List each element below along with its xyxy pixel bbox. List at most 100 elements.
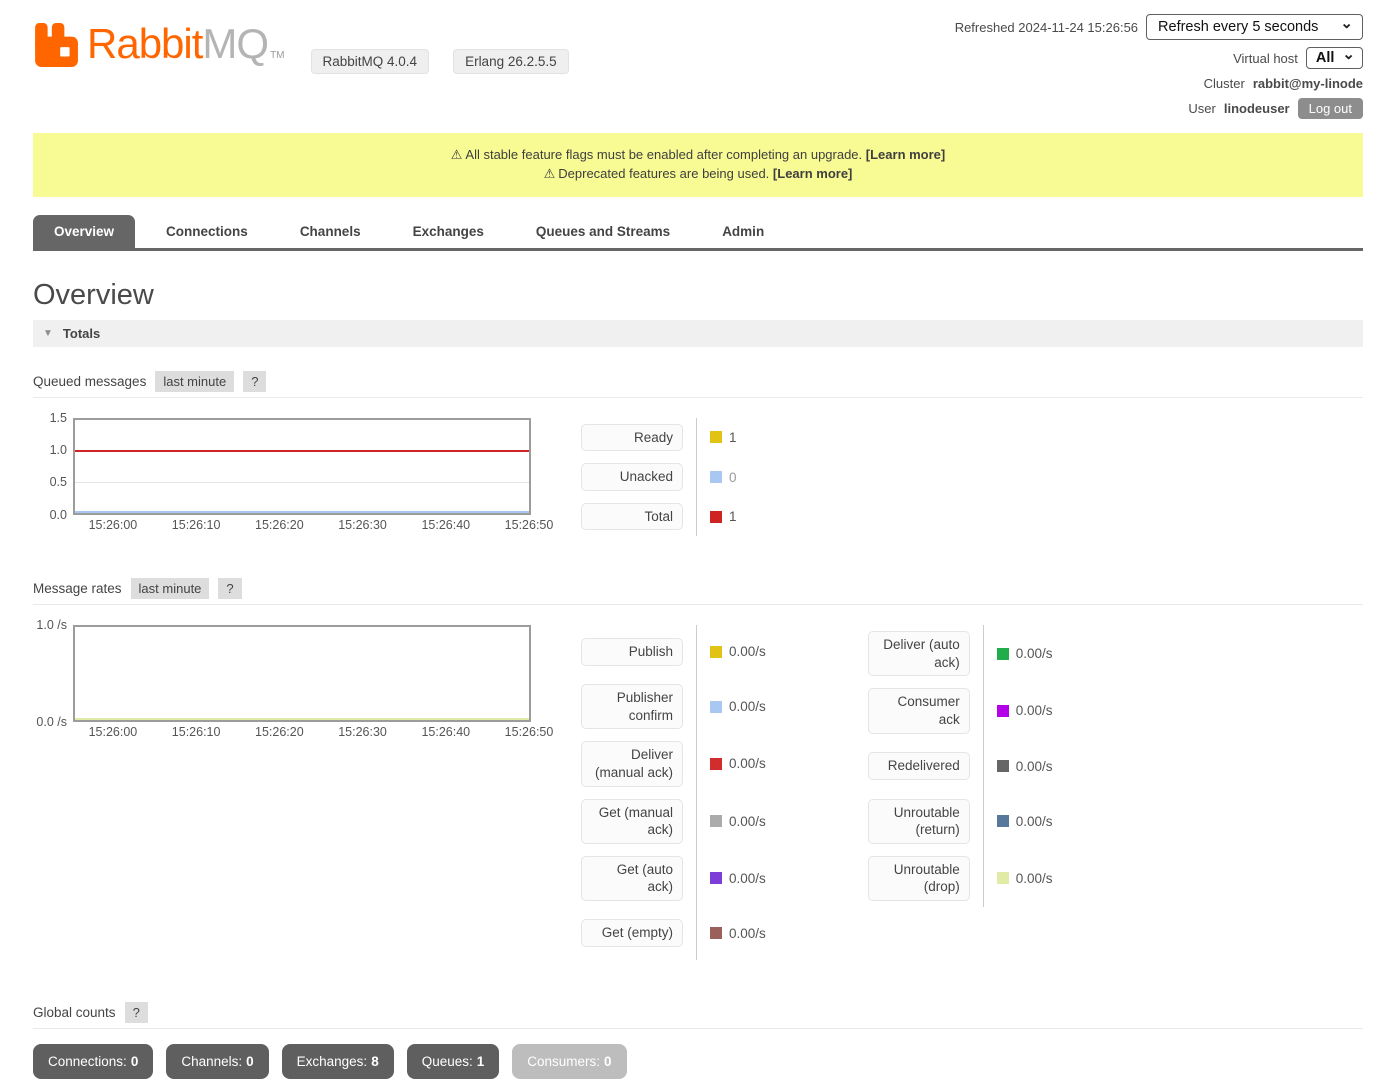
learn-more-link-deprecated[interactable]: [Learn more]	[773, 166, 852, 181]
message-rates-chart: 1.0 /s0.0 /s 15:26:0015:26:1015:26:2015:…	[33, 625, 531, 722]
chevron-down-icon: ⌄	[1340, 19, 1353, 29]
legend-value-text: 1	[729, 430, 737, 445]
count-button-exchanges[interactable]: Exchanges:8	[282, 1044, 394, 1079]
header: RabbitMQTM RabbitMQ 4.0.4 Erlang 26.2.5.…	[33, 14, 1363, 119]
message-rates-header: Message rates last minute ?	[33, 578, 1363, 605]
legend-swatch-unroutable-drop	[997, 872, 1009, 884]
x-tick-label: 15:26:30	[338, 518, 387, 532]
legend-swatch-get-empty	[710, 927, 722, 939]
tab-overview[interactable]: Overview	[33, 215, 135, 248]
logout-button[interactable]: Log out	[1298, 98, 1363, 119]
tab-exchanges[interactable]: Exchanges	[392, 215, 505, 248]
legend-row-unroutable-drop: Unroutable (drop) 0.00/s	[868, 850, 1053, 907]
queued-messages-title: Queued messages	[33, 374, 146, 389]
legend-divider	[983, 850, 984, 907]
legend-value-text: 0.00/s	[729, 814, 766, 829]
refresh-interval-select[interactable]: Refresh every 5 seconds ⌄	[1146, 14, 1363, 40]
logo-area: RabbitMQTM RabbitMQ 4.0.4 Erlang 26.2.5.…	[33, 14, 569, 78]
tab-connections[interactable]: Connections	[145, 215, 269, 248]
count-button-connections[interactable]: Connections: 0	[33, 1044, 153, 1079]
legend-label-deliver-auto-ack[interactable]: Deliver (auto ack)	[868, 631, 970, 676]
legend-row-unacked: Unacked0	[581, 457, 737, 497]
count-value: 1	[477, 1054, 485, 1069]
legend-label-unroutable-return[interactable]: Unroutable (return)	[868, 799, 970, 844]
legend-value-get-empty: 0.00/s	[710, 926, 766, 941]
legend-label-consumer-ack[interactable]: Consumer ack	[868, 688, 970, 733]
legend-label-ready[interactable]: Ready	[581, 424, 683, 452]
legend-value-publisher-confirm: 0.00/s	[710, 699, 766, 714]
y-tick-label: 0.0	[50, 508, 67, 522]
rates-range-badge[interactable]: last minute	[131, 578, 210, 599]
global-counts-header: Global counts ?	[33, 1002, 1363, 1029]
legend-value-text: 0.00/s	[1016, 759, 1053, 774]
legend-divider	[696, 907, 697, 960]
legend-value-deliver-manual-ack: 0.00/s	[710, 756, 766, 771]
legend-row-total: Total 1	[581, 497, 737, 537]
legend-value-total: 1	[710, 509, 737, 524]
tab-admin[interactable]: Admin	[701, 215, 785, 248]
user-name: linodeuser	[1224, 101, 1290, 116]
collapse-triangle-icon: ▼	[43, 328, 53, 339]
series-line-total	[75, 450, 529, 452]
series-line-unacked	[75, 511, 529, 513]
legend-label-get-manual-ack[interactable]: Get (manual ack)	[581, 799, 683, 844]
virtual-host-select[interactable]: All ⌄	[1306, 47, 1363, 69]
legend-divider	[983, 793, 984, 850]
count-button-queues[interactable]: Queues:1	[407, 1044, 500, 1079]
totals-section-toggle[interactable]: ▼ Totals	[33, 320, 1363, 347]
count-value: 0	[604, 1054, 612, 1069]
cluster-label: Cluster	[1204, 76, 1245, 91]
legend-label-redelivered[interactable]: Redelivered	[868, 752, 970, 780]
legend-value-text: 0.00/s	[1016, 646, 1053, 661]
legend-row-publish: Publish 0.00/s	[581, 625, 766, 678]
rabbitmq-overview-page: RabbitMQTM RabbitMQ 4.0.4 Erlang 26.2.5.…	[0, 0, 1388, 1079]
global-counts-help-icon[interactable]: ?	[125, 1002, 148, 1023]
rates-help-icon[interactable]: ?	[218, 578, 241, 599]
count-value: 8	[371, 1054, 379, 1069]
global-counts-row: Connections:0Channels:0Exchanges:8Queues…	[33, 1044, 1363, 1079]
message-rates-title: Message rates	[33, 581, 122, 596]
legend-label-publish[interactable]: Publish	[581, 638, 683, 666]
legend-value-text: 0.00/s	[729, 644, 766, 659]
count-button-consumers[interactable]: Consumers:0	[512, 1044, 626, 1079]
legend-label-unacked[interactable]: Unacked	[581, 463, 683, 491]
legend-divider	[983, 682, 984, 739]
legend-label-total[interactable]: Total	[581, 503, 683, 531]
legend-label-publisher-confirm[interactable]: Publisher confirm	[581, 684, 683, 729]
virtual-host-value: All	[1316, 50, 1335, 66]
tab-channels[interactable]: Channels	[279, 215, 382, 248]
legend-label-get-empty[interactable]: Get (empty)	[581, 919, 683, 947]
x-tick-label: 15:26:10	[172, 725, 221, 739]
legend-label-get-auto-ack[interactable]: Get (auto ack)	[581, 856, 683, 901]
legend-swatch-ready	[710, 431, 722, 443]
queued-help-icon[interactable]: ?	[243, 371, 266, 392]
legend-swatch-get-manual-ack	[710, 815, 722, 827]
queued-chart-plot-area: 15:26:0015:26:1015:26:2015:26:3015:26:40…	[73, 418, 531, 515]
legend-swatch-deliver-auto-ack	[997, 648, 1009, 660]
count-value: 0	[246, 1054, 254, 1069]
learn-more-link-feature-flags[interactable]: [Learn more]	[866, 147, 945, 162]
legend-value-unroutable-return: 0.00/s	[997, 814, 1053, 829]
warning-icon: ⚠	[544, 166, 556, 181]
count-label: Connections:	[48, 1054, 127, 1069]
refreshed-timestamp: Refreshed 2024-11-24 15:26:56	[955, 20, 1138, 35]
tab-queues-and-streams[interactable]: Queues and Streams	[515, 215, 691, 248]
count-label: Exchanges:	[297, 1054, 368, 1069]
legend-value-text: 0.00/s	[729, 871, 766, 886]
rabbitmq-logo[interactable]: RabbitMQTM	[33, 22, 285, 78]
erlang-version-badge: Erlang 26.2.5.5	[453, 49, 569, 74]
legend-divider	[696, 497, 697, 537]
queued-range-badge[interactable]: last minute	[155, 371, 234, 392]
legend-value-text: 0.00/s	[1016, 871, 1053, 886]
legend-swatch-redelivered	[997, 760, 1009, 772]
legend-swatch-unacked	[710, 471, 722, 483]
count-value: 0	[131, 1054, 139, 1069]
legend-swatch-consumer-ack	[997, 705, 1009, 717]
cluster-name: rabbit@my-linode	[1253, 76, 1363, 91]
legend-divider	[696, 457, 697, 497]
legend-label-deliver-manual-ack[interactable]: Deliver (manual ack)	[581, 741, 683, 786]
x-tick-label: 15:26:00	[89, 518, 138, 532]
y-tick-label: 1.5	[50, 411, 67, 425]
count-button-channels[interactable]: Channels:0	[166, 1044, 268, 1079]
legend-label-unroutable-drop[interactable]: Unroutable (drop)	[868, 856, 970, 901]
